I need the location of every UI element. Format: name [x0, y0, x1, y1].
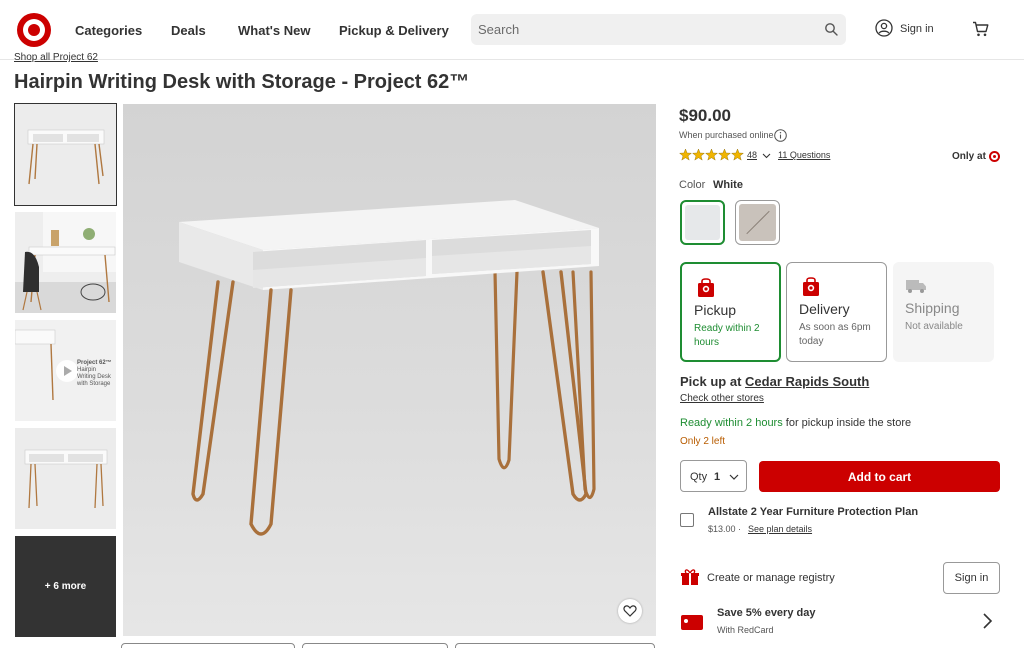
redcard-icon [681, 615, 703, 630]
nav-categories[interactable]: Categories [75, 23, 142, 38]
redcard-title[interactable]: Save 5% every day [717, 607, 815, 619]
redcard-subtitle: With RedCard [717, 625, 774, 635]
more-images-button[interactable]: + 6 more [15, 536, 116, 637]
breadcrumb[interactable]: Shop all Project 62 [14, 51, 98, 63]
gift-icon [681, 569, 699, 585]
shipping-title: Shipping [905, 300, 960, 316]
delivery-bag-icon [803, 277, 819, 296]
protection-plan-title: Allstate 2 Year Furniture Protection Pla… [708, 506, 919, 518]
nav-whats-new[interactable]: What's New [238, 23, 310, 38]
pickup-store-link[interactable]: Cedar Rapids South [745, 374, 869, 389]
check-other-stores-link[interactable]: Check other stores [680, 393, 764, 404]
target-logo[interactable] [17, 13, 51, 47]
product-main-image[interactable] [123, 104, 656, 636]
pickup-prefix: Pick up at [680, 374, 742, 389]
desk-main-image [179, 200, 599, 536]
fulfillment-shipping: Shipping Not available [893, 262, 994, 362]
chevron-down-icon [729, 474, 739, 480]
desk-thumbnail-image [15, 104, 116, 205]
star-icon [718, 148, 731, 161]
target-bullseye-icon [989, 151, 1000, 162]
fulfillment-pickup[interactable]: Pickup Ready within 2 hours [680, 262, 781, 362]
stock-note: Only 2 left [680, 436, 726, 447]
delivery-subtitle: As soon as 6pm today [799, 322, 871, 347]
fulfillment-delivery[interactable]: Delivery As soon as 6pm today [786, 262, 887, 362]
only-at-label: Only at [952, 151, 986, 162]
room-scene-thumbnail-image [15, 212, 116, 313]
chevron-right-icon[interactable] [981, 612, 993, 630]
quantity-select[interactable]: Qty 1 [680, 460, 747, 492]
pickup-subtitle: Ready within 2 hours [694, 323, 760, 348]
video-caption: Project 62™ Hairpin Writing Desk with St… [77, 360, 112, 387]
play-icon[interactable] [56, 360, 78, 382]
color-value: White [713, 179, 743, 191]
gallery-control-3[interactable] [455, 643, 655, 648]
star-icon [692, 148, 705, 161]
search-icon[interactable] [824, 22, 838, 36]
gallery-control-1[interactable] [121, 643, 295, 648]
color-label: Color [679, 179, 706, 191]
nav-deals[interactable]: Deals [171, 23, 206, 38]
rating-count-link[interactable]: 48 [747, 150, 757, 160]
thumbnail-4[interactable] [15, 428, 116, 529]
star-icon [731, 148, 744, 161]
product-price: $90.00 [679, 106, 731, 125]
nav-pickup-delivery[interactable]: Pickup & Delivery [339, 23, 449, 38]
store-icon [698, 278, 714, 297]
ready-rest: for pickup inside the store [782, 417, 912, 429]
registry-signin-button[interactable]: Sign in [943, 562, 1000, 594]
search-input[interactable] [471, 14, 811, 45]
page-title: Hairpin Writing Desk with Storage - Proj… [14, 71, 470, 93]
star-icon [705, 148, 718, 161]
see-plan-details-link[interactable]: See plan details [748, 524, 812, 534]
ready-status: Ready within 2 hours for pickup inside t… [680, 417, 911, 429]
cart-icon[interactable] [972, 21, 989, 37]
favorite-button[interactable] [618, 599, 642, 623]
pickup-title: Pickup [694, 302, 737, 318]
star-rating[interactable] [679, 148, 745, 162]
questions-link[interactable]: 11 Questions [778, 150, 830, 160]
gallery-control-2[interactable] [302, 643, 448, 648]
star-icon [679, 148, 692, 161]
account-icon [875, 19, 893, 37]
chevron-down-icon[interactable] [762, 151, 771, 160]
delivery-title: Delivery [799, 301, 850, 317]
thumbnail-2[interactable] [15, 212, 116, 313]
add-to-cart-button[interactable]: Add to cart [759, 461, 1000, 492]
registry-link[interactable]: Create or manage registry [707, 572, 835, 584]
site-header: Categories Deals What's New Pickup & Del… [0, 0, 1024, 60]
ready-highlight: Ready within 2 hours [680, 417, 783, 429]
price-note: When purchased online [679, 130, 774, 140]
signin-label: Sign in [900, 23, 934, 35]
qty-label: Qty [690, 471, 708, 483]
truck-icon [906, 280, 926, 293]
heart-icon [623, 605, 637, 617]
more-images-label: + 6 more [44, 581, 87, 592]
pickup-store-line: Pick up at Cedar Rapids South [680, 374, 869, 389]
front-view-thumbnail-image [15, 428, 116, 529]
swatch-gray-unavailable[interactable] [735, 200, 780, 245]
thumbnail-video[interactable]: Project 62™ Hairpin Writing Desk with St… [15, 320, 116, 421]
qty-value: 1 [714, 471, 721, 483]
protection-plan-checkbox[interactable] [680, 513, 694, 527]
shipping-subtitle: Not available [905, 321, 963, 332]
info-icon[interactable] [774, 129, 787, 142]
thumbnail-1[interactable] [14, 103, 117, 206]
protection-plan-price: $13.00 · [708, 524, 742, 534]
swatch-white[interactable] [680, 200, 725, 245]
search-bar [471, 14, 846, 45]
